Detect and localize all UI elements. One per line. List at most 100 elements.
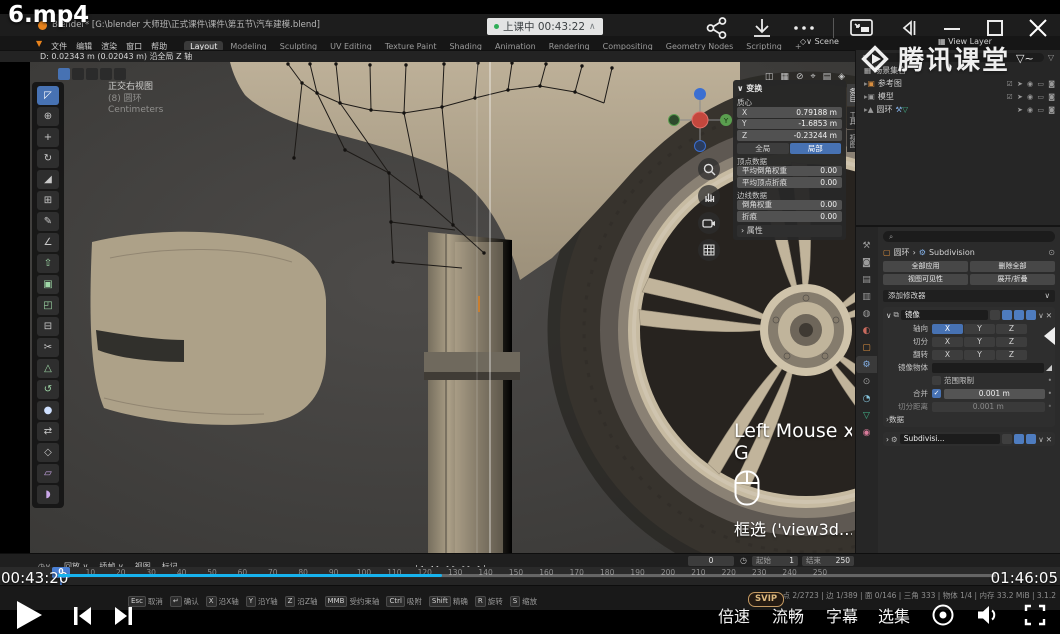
- render-toggle-icon[interactable]: [1026, 434, 1036, 444]
- properties-tab-output[interactable]: ▤: [856, 271, 877, 288]
- outliner-row-参考图[interactable]: ▸▣参考图☑ ➤ ◉ ▭ ◙: [856, 77, 1060, 90]
- rotate-tool[interactable]: ↻: [37, 149, 59, 169]
- modifier-tool-全部应用[interactable]: 全部应用: [883, 261, 968, 272]
- global-button[interactable]: 全局: [737, 143, 789, 154]
- clipping-checkbox[interactable]: [932, 376, 941, 385]
- modifier-name-field[interactable]: Subdivisi...: [900, 434, 1000, 444]
- edit-mode-toggle-icon[interactable]: [990, 310, 1000, 320]
- merge-threshold-field[interactable]: 0.001 m: [944, 389, 1045, 399]
- vertex-slide-tool[interactable]: ◇: [37, 443, 59, 463]
- subtitle-button[interactable]: 字幕: [826, 603, 858, 627]
- more-icon[interactable]: [788, 13, 820, 43]
- svip-badge[interactable]: SVIP: [748, 592, 784, 607]
- prev-episode-button[interactable]: [70, 604, 94, 632]
- navigation-gizmo[interactable]: Y: [668, 88, 732, 152]
- collapse-chevron-icon[interactable]: ∨: [886, 311, 892, 320]
- extras-chevron-icon[interactable]: ∨: [1038, 435, 1044, 444]
- value-field[interactable]: 倒角权重0.00: [737, 200, 842, 211]
- gizmo-x-axis[interactable]: [692, 112, 708, 128]
- properties-tab-tool[interactable]: ⚒: [856, 237, 877, 254]
- cursor-tool[interactable]: ⊕: [37, 107, 59, 127]
- properties-tab-particles[interactable]: ⊙: [856, 373, 877, 390]
- 切分-Y-button[interactable]: Y: [964, 337, 995, 347]
- properties-tab-physics[interactable]: ◔: [856, 390, 877, 407]
- blender-menu-logo-icon[interactable]: ▼: [36, 39, 42, 48]
- 翻转-X-button[interactable]: X: [932, 350, 963, 360]
- shear-tool[interactable]: ▱: [37, 464, 59, 484]
- eyedropper-icon[interactable]: ◢: [1046, 363, 1052, 372]
- row-toggle-icons[interactable]: ☑ ➤ ◉ ▭ ◙: [1006, 80, 1060, 88]
- funnel-icon[interactable]: ▽: [1048, 53, 1054, 62]
- spin-tool[interactable]: ↺: [37, 380, 59, 400]
- properties-tab-object-data[interactable]: ▽: [856, 407, 877, 424]
- 轴向-Z-button[interactable]: Z: [996, 324, 1027, 334]
- minimize-icon[interactable]: [936, 13, 968, 43]
- bevel-tool[interactable]: ◰: [37, 296, 59, 316]
- 3d-viewport[interactable]: ◫▦⊘⌖▤◈ ◸⊕+↻◢⊞✎∠⇧▣◰⊟✂△↺●⇄◇▱◗ 正交右视图 (8) 圆环…: [30, 62, 855, 553]
- inset-faces-tool[interactable]: ▣: [37, 275, 59, 295]
- properties-tab-render[interactable]: ◙: [856, 254, 877, 271]
- expand-chevron-icon[interactable]: ›: [886, 435, 889, 444]
- properties-tab-material[interactable]: ◉: [856, 424, 877, 441]
- close-icon[interactable]: [1022, 13, 1054, 43]
- transform-tool[interactable]: ⊞: [37, 191, 59, 211]
- outliner-row-模型[interactable]: ▸▣模型☑ ➤ ◉ ▭ ◙: [856, 90, 1060, 103]
- 翻转-Y-button[interactable]: Y: [964, 350, 995, 360]
- properties-tab-world[interactable]: ◐: [856, 322, 877, 339]
- modifier-name-field[interactable]: 镜像: [901, 310, 988, 320]
- edit-mode-toggle-icon[interactable]: [1002, 434, 1012, 444]
- value-field[interactable]: 平均倒角权重0.00: [737, 166, 842, 177]
- mode-extra-icon-1[interactable]: [100, 68, 112, 80]
- gizmo-neg-y-axis[interactable]: [669, 115, 680, 126]
- maximize-icon[interactable]: [979, 13, 1011, 43]
- play-button[interactable]: [17, 601, 42, 629]
- frame-start-field[interactable]: 起始1: [752, 556, 798, 566]
- properties-tab-modifiers[interactable]: ⚙: [856, 356, 877, 373]
- 轴向-X-button[interactable]: X: [932, 324, 963, 334]
- select-box-tool[interactable]: ◸: [37, 86, 59, 106]
- download-icon[interactable]: [746, 13, 778, 43]
- data-section-row[interactable]: › 数据: [886, 414, 1052, 425]
- 切分-X-button[interactable]: X: [932, 337, 963, 347]
- vertex-select-icon[interactable]: [58, 68, 70, 80]
- 轴向-Y-button[interactable]: Y: [964, 324, 995, 334]
- next-episode-button[interactable]: [112, 604, 136, 632]
- n-panel-tab-视图[interactable]: 视图: [847, 130, 855, 152]
- value-field[interactable]: 折痕0.00: [737, 211, 842, 222]
- record-icon[interactable]: [930, 602, 956, 632]
- modifier-tool-视图可见性[interactable]: 视图可见性: [883, 274, 968, 285]
- row-toggle-icons[interactable]: ➤ ◉ ▭ ◙: [1017, 106, 1060, 114]
- gizmo-z-axis[interactable]: [694, 88, 706, 100]
- edge-select-icon[interactable]: [72, 68, 84, 80]
- properties-tab-view-layer[interactable]: ▥: [856, 288, 877, 305]
- pin-icon[interactable]: ⊙: [1048, 248, 1055, 257]
- cage-toggle-icon[interactable]: [1026, 310, 1036, 320]
- current-frame-field[interactable]: 0: [688, 556, 734, 566]
- annotate-tool[interactable]: ✎: [37, 212, 59, 232]
- share-icon[interactable]: [701, 13, 733, 43]
- merge-checkbox[interactable]: ✓: [932, 389, 941, 398]
- attributes-section[interactable]: › 属性: [737, 225, 842, 237]
- n-panel-tab-条目[interactable]: 条目: [847, 84, 855, 106]
- close-modifier-icon[interactable]: ✕: [1046, 435, 1052, 444]
- properties-search-input[interactable]: ⌕: [883, 231, 1055, 242]
- mode-extra-icon-2[interactable]: [114, 68, 126, 80]
- face-select-icon[interactable]: [86, 68, 98, 80]
- zoom-icon[interactable]: [698, 158, 720, 180]
- outliner-row-圆环[interactable]: ▸▲圆环⚒▽➤ ◉ ▭ ◙: [856, 103, 1060, 116]
- extras-chevron-icon[interactable]: ∨: [1038, 311, 1044, 320]
- ortho-toggle-icon[interactable]: [698, 239, 720, 261]
- poly-build-tool[interactable]: △: [37, 359, 59, 379]
- class-status-badge[interactable]: 上课中 00:43:22 ∧: [487, 18, 603, 35]
- speed-button[interactable]: 倍速: [718, 603, 750, 627]
- scale-tool[interactable]: ◢: [37, 170, 59, 190]
- row-toggle-icons[interactable]: ☑ ➤ ◉ ▭ ◙: [1006, 93, 1060, 101]
- add-modifier-button[interactable]: 添加修改器∨: [883, 290, 1055, 302]
- properties-tab-object[interactable]: ▢: [856, 339, 877, 356]
- realtime-toggle-icon[interactable]: [1014, 434, 1024, 444]
- loop-cut-tool[interactable]: ⊟: [37, 317, 59, 337]
- extrude-tool[interactable]: ⇧: [37, 254, 59, 274]
- fullscreen-icon[interactable]: [1022, 602, 1048, 632]
- bisect-distance-field[interactable]: 0.001 m: [932, 402, 1045, 412]
- progress-bar[interactable]: [58, 574, 996, 577]
